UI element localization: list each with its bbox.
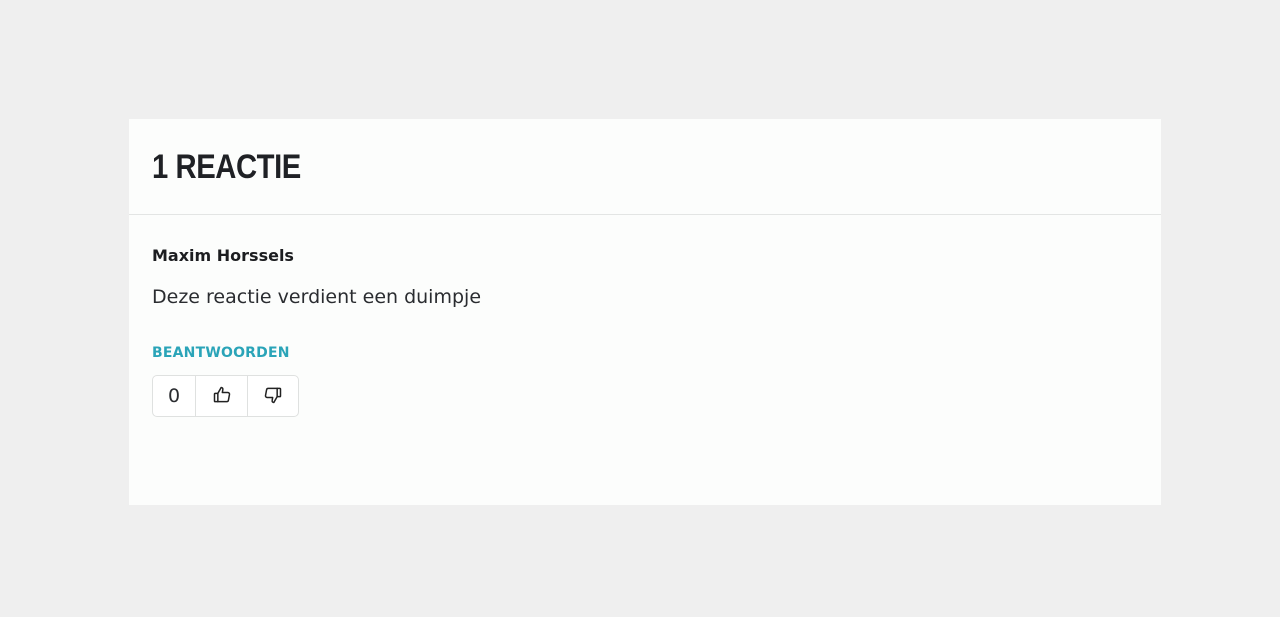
reply-link[interactable]: BEANTWOORDEN bbox=[152, 343, 290, 363]
thumbs-down-icon bbox=[263, 385, 283, 408]
vote-count: 0 bbox=[153, 376, 196, 416]
vote-controls: 0 bbox=[152, 375, 299, 417]
upvote-button[interactable] bbox=[196, 376, 247, 416]
comments-count-title: 1 REACTIE bbox=[152, 148, 301, 186]
page: 1 REACTIE Maxim Horssels Deze reactie ve… bbox=[0, 0, 1280, 617]
downvote-button[interactable] bbox=[247, 376, 298, 416]
comments-header: 1 REACTIE bbox=[129, 119, 1161, 215]
thumbs-up-icon bbox=[212, 385, 232, 408]
comment-text: Deze reactie verdient een duimpje bbox=[152, 286, 482, 308]
comment-author: Maxim Horssels bbox=[152, 246, 294, 265]
comments-card: 1 REACTIE Maxim Horssels Deze reactie ve… bbox=[129, 119, 1161, 505]
